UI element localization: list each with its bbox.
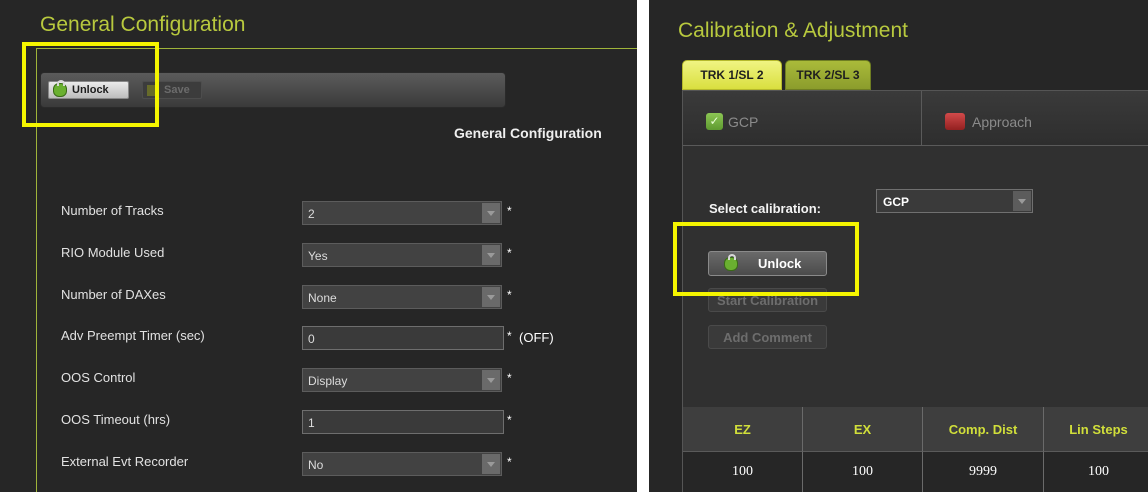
save-label: Save <box>164 84 190 96</box>
field-value: Yes <box>308 249 328 263</box>
config-row-number-of-tracks: Number of Tracks 2 * <box>61 201 621 225</box>
off-note: (OFF) <box>519 330 554 345</box>
config-row-external-evt-recorder: External Evt Recorder No * <box>61 452 621 476</box>
field-label: RIO Module Used <box>61 245 165 260</box>
config-row-adv-preempt-timer: Adv Preempt Timer (sec) 0 * (OFF) <box>61 326 621 350</box>
field-value: No <box>308 458 324 472</box>
column-header-ex: EX <box>803 407 923 452</box>
field-label: OOS Control <box>61 370 136 385</box>
adv-preempt-timer-input[interactable]: 0 <box>302 326 504 350</box>
required-marker: * <box>507 455 512 469</box>
required-marker: * <box>507 288 512 302</box>
oos-control-select[interactable]: Display <box>302 368 502 392</box>
highlight-box <box>22 42 159 127</box>
chevron-down-icon[interactable] <box>482 203 500 223</box>
field-label: Number of DAXes <box>61 287 166 302</box>
table-cell-ex: 100 <box>803 452 923 492</box>
calibration-type-bar: ✓ GCP Approach <box>683 91 1148 146</box>
gcp-checkbox[interactable]: ✓ GCP <box>706 113 758 130</box>
table-cell-comp-dist: 9999 <box>923 452 1044 492</box>
field-value: 2 <box>308 207 315 221</box>
field-value: 1 <box>308 416 315 430</box>
panel-title: General Configuration <box>40 13 246 36</box>
gcp-label: GCP <box>728 113 759 130</box>
number-of-tracks-select[interactable]: 2 <box>302 201 502 225</box>
field-label: Adv Preempt Timer (sec) <box>61 328 205 343</box>
rio-module-select[interactable]: Yes <box>302 243 502 267</box>
calibration-panel: Calibration & Adjustment TRK 1/SL 2 TRK … <box>649 0 1148 492</box>
config-row-number-of-daxes: Number of DAXes None * <box>61 285 621 309</box>
field-label: External Evt Recorder <box>61 454 189 469</box>
chevron-down-icon[interactable] <box>482 287 500 307</box>
chevron-down-icon[interactable] <box>482 370 500 390</box>
general-configuration-panel: General Configuration Unlock Save Genera… <box>0 0 637 492</box>
field-label: Number of Tracks <box>61 203 164 218</box>
required-marker: * <box>507 246 512 260</box>
calibration-select[interactable]: GCP <box>876 189 1033 213</box>
column-header-lin-steps: Lin Steps <box>1044 407 1148 452</box>
tab-trk1-sl2[interactable]: TRK 1/SL 2 <box>682 60 782 90</box>
required-marker: * <box>507 329 512 343</box>
field-value: Display <box>308 374 348 388</box>
divider <box>921 91 922 145</box>
table-cell-ez: 100 <box>683 452 803 492</box>
table-cell-lin-steps: 100 <box>1044 452 1148 492</box>
config-row-rio-module-used: RIO Module Used Yes * <box>61 243 621 267</box>
config-row-oos-timeout: OOS Timeout (hrs) 1 * <box>61 410 621 434</box>
tab-trk2-sl3[interactable]: TRK 2/SL 3 <box>785 60 871 90</box>
field-value: 0 <box>308 332 315 346</box>
config-row-oos-control: OOS Control Display * <box>61 368 621 392</box>
column-header-ez: EZ <box>683 407 803 452</box>
section-title: General Configuration <box>454 125 602 141</box>
chevron-down-icon[interactable] <box>482 454 500 474</box>
oos-timeout-input[interactable]: 1 <box>302 410 504 434</box>
required-marker: * <box>507 371 512 385</box>
number-of-daxes-select[interactable]: None <box>302 285 502 309</box>
add-comment-button[interactable]: Add Comment <box>708 325 827 349</box>
field-label: OOS Timeout (hrs) <box>61 412 171 427</box>
calibration-select-value: GCP <box>883 195 910 209</box>
chevron-down-icon[interactable] <box>1013 191 1031 211</box>
approach-checkbox[interactable]: Approach <box>945 113 1032 130</box>
approach-label: Approach <box>972 113 1032 130</box>
external-evt-recorder-select[interactable]: No <box>302 452 502 476</box>
column-header-comp-dist: Comp. Dist <box>923 407 1044 452</box>
chevron-down-icon[interactable] <box>482 245 500 265</box>
select-calibration-label: Select calibration: <box>709 201 821 216</box>
required-marker: * <box>507 204 512 218</box>
approach-icon <box>945 113 965 130</box>
check-icon: ✓ <box>706 113 723 130</box>
highlight-box <box>673 222 859 296</box>
panel-title: Calibration & Adjustment <box>678 19 908 42</box>
field-value: None <box>308 291 337 305</box>
required-marker: * <box>507 413 512 427</box>
